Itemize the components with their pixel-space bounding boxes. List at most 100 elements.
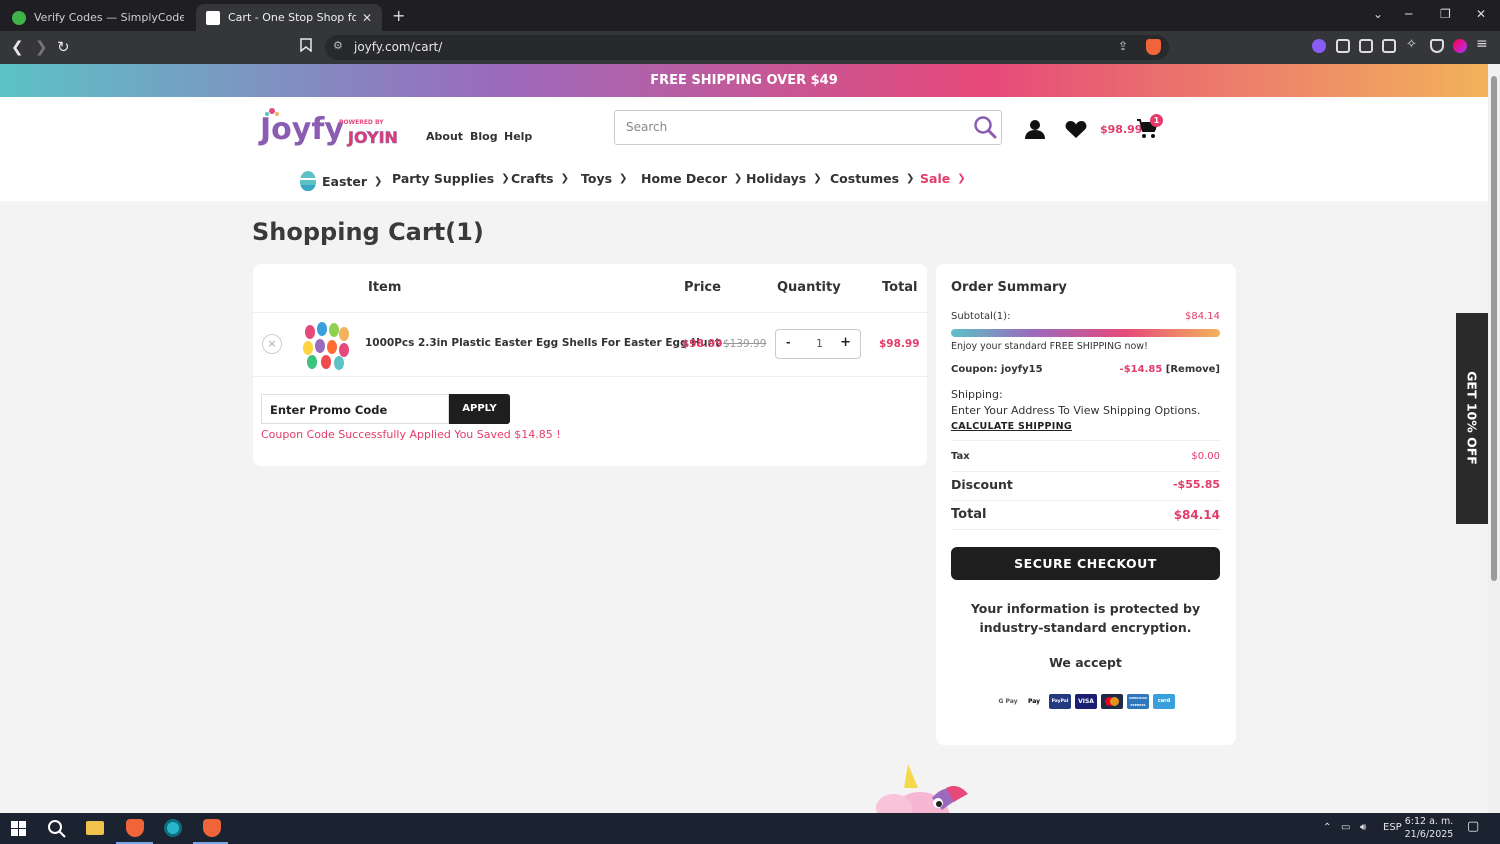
decrease-quantity-button[interactable]: -: [786, 336, 791, 349]
coupon-value-group: -$14.85 [Remove]: [1120, 364, 1220, 375]
vpn-app-icon[interactable]: [164, 819, 182, 837]
menu-item-crafts[interactable]: Crafts ❯: [511, 171, 569, 186]
menu-label: Party Supplies: [392, 171, 495, 186]
menu-item-party-supplies[interactable]: Party Supplies ❯: [392, 171, 510, 186]
close-tab-icon[interactable]: ✕: [362, 11, 372, 25]
sparkle-icon[interactable]: ✧: [1406, 37, 1420, 52]
minimize-button[interactable]: ─: [1405, 7, 1412, 21]
product-thumbnail[interactable]: [300, 320, 350, 370]
security-note-line: Your information is protected by: [970, 601, 1201, 616]
network-icon[interactable]: ▭: [1341, 822, 1350, 833]
site-settings-icon[interactable]: ⚙: [333, 39, 343, 52]
menu-item-holidays[interactable]: Holidays ❯: [746, 171, 822, 186]
product-name-link[interactable]: 1000Pcs 2.3in Plastic Easter Egg Shells …: [365, 337, 720, 349]
mastercard-icon: mastercard: [1101, 694, 1123, 709]
close-window-button[interactable]: ✕: [1476, 7, 1486, 21]
back-icon[interactable]: ❮: [11, 38, 24, 56]
about-link[interactable]: About: [426, 130, 463, 143]
forward-icon[interactable]: ❯: [35, 38, 48, 56]
leo-ai-icon[interactable]: [1312, 39, 1326, 53]
svg-text:POWERED BY: POWERED BY: [339, 119, 384, 126]
apply-promo-button[interactable]: APPLY: [449, 394, 510, 424]
sidebar-icon[interactable]: [1359, 39, 1373, 53]
page-scrollbar[interactable]: [1488, 64, 1500, 813]
windows-taskbar: ⌃ ▭ 🔊︎ ESP 6:12 a. m. 21/6/2025 ▢: [0, 813, 1500, 844]
chevron-up-icon[interactable]: ⌃: [1323, 822, 1331, 833]
menu-label: Costumes: [830, 171, 900, 186]
secure-checkout-button[interactable]: SECURE CHECKOUT: [951, 547, 1220, 580]
account-icon[interactable]: [1024, 118, 1046, 144]
reload-icon[interactable]: ↻: [57, 38, 70, 56]
google-pay-icon: G Pay: [997, 694, 1019, 709]
free-shipping-banner[interactable]: FREE SHIPPING OVER $49: [0, 64, 1488, 97]
menu-item-easter[interactable]: Easter ❯: [300, 171, 382, 191]
easter-egg-icon: [300, 171, 316, 191]
total-value: $84.14: [1173, 508, 1220, 522]
remove-coupon-link[interactable]: [Remove]: [1166, 364, 1220, 375]
chevron-down-icon: ❯: [733, 173, 743, 184]
column-header-price: Price: [684, 280, 721, 295]
menu-item-costumes[interactable]: Costumes ❯: [830, 171, 914, 186]
tab-list-icon[interactable]: ⌄: [1373, 7, 1383, 21]
free-shipping-progress-bar: [951, 329, 1220, 337]
system-clock[interactable]: 6:12 a. m. 21/6/2025: [1400, 815, 1458, 841]
wallet-icon[interactable]: [1382, 39, 1396, 53]
file-explorer-icon[interactable]: [86, 821, 104, 835]
chevron-down-icon: ❯: [619, 173, 628, 184]
menu-item-toys[interactable]: Toys ❯: [581, 171, 627, 186]
subtotal-value: $84.14: [1185, 311, 1220, 322]
tab-joyfy-cart[interactable]: Cart - One Stop Shop for All Cele ✕: [196, 4, 382, 31]
promo-code-input[interactable]: Enter Promo Code: [261, 394, 449, 424]
bookmark-icon[interactable]: [300, 38, 312, 56]
url-field[interactable]: ⚙ joyfy.com/cart/ ⇪: [325, 35, 1169, 60]
joyfy-favicon-icon: [206, 10, 220, 25]
extensions-icon[interactable]: [1336, 39, 1350, 53]
column-header-quantity: Quantity: [777, 280, 841, 295]
language-indicator[interactable]: ESP: [1383, 822, 1402, 833]
notifications-icon[interactable]: ▢: [1467, 819, 1479, 834]
scrollbar-thumb[interactable]: [1491, 76, 1497, 581]
joyfy-logo[interactable]: Joyfy POWERED BY JOYIN: [258, 105, 408, 147]
tab-simplycodes[interactable]: Verify Codes — SimplyCodes: [2, 4, 194, 31]
wishlist-heart-icon[interactable]: [1065, 120, 1087, 143]
search-taskbar-icon[interactable]: [47, 819, 66, 842]
menu-item-home-decor[interactable]: Home Decor ❯: [641, 171, 742, 186]
brave-shield-icon[interactable]: [1146, 39, 1161, 55]
tax-label: Tax: [951, 451, 970, 462]
vpn-icon[interactable]: [1430, 39, 1444, 53]
menu-item-sale[interactable]: Sale ❯: [920, 171, 966, 186]
menu-label: Toys: [581, 171, 613, 186]
apple-pay-icon: Pay: [1023, 694, 1045, 709]
new-tab-button[interactable]: +: [392, 6, 405, 25]
shipping-message: Enter Your Address To View Shipping Opti…: [951, 404, 1201, 417]
discount-side-tab[interactable]: GET 10% OFF: [1456, 313, 1488, 524]
column-header-item: Item: [368, 280, 402, 295]
brave-browser-icon[interactable]: [126, 819, 144, 837]
search-input[interactable]: Search: [614, 110, 1002, 145]
divider: [253, 312, 927, 313]
menu-label: Easter: [322, 173, 368, 189]
share-icon[interactable]: ⇪: [1118, 39, 1128, 53]
site-header: Joyfy POWERED BY JOYIN About Blog Help S…: [0, 97, 1488, 201]
calculate-shipping-link[interactable]: CALCULATE SHIPPING: [951, 421, 1072, 432]
coupon-value: -$14.85: [1119, 364, 1163, 375]
search-icon[interactable]: [972, 114, 998, 143]
paypal-icon: PayPal: [1049, 694, 1071, 709]
increase-quantity-button[interactable]: +: [840, 335, 851, 350]
profile-icon[interactable]: [1453, 39, 1467, 53]
help-link[interactable]: Help: [504, 130, 532, 143]
quantity-input[interactable]: 1: [816, 337, 823, 350]
line-total: $98.99: [879, 338, 920, 350]
remove-item-button[interactable]: ×: [262, 334, 282, 354]
windows-start-icon[interactable]: [11, 821, 26, 840]
visa-icon: VISA: [1075, 694, 1097, 709]
restore-button[interactable]: ❐: [1440, 7, 1451, 21]
unit-price: $98.99: [682, 338, 723, 350]
browser-tab-bar: Verify Codes — SimplyCodes Cart - One St…: [0, 0, 1500, 31]
volume-icon[interactable]: 🔊︎: [1360, 822, 1366, 833]
menu-icon[interactable]: ≡: [1476, 36, 1490, 52]
blog-link[interactable]: Blog: [470, 130, 498, 143]
divider: [951, 440, 1220, 441]
brave-browser-icon-2[interactable]: [203, 819, 221, 837]
menu-label: Crafts: [511, 171, 554, 186]
